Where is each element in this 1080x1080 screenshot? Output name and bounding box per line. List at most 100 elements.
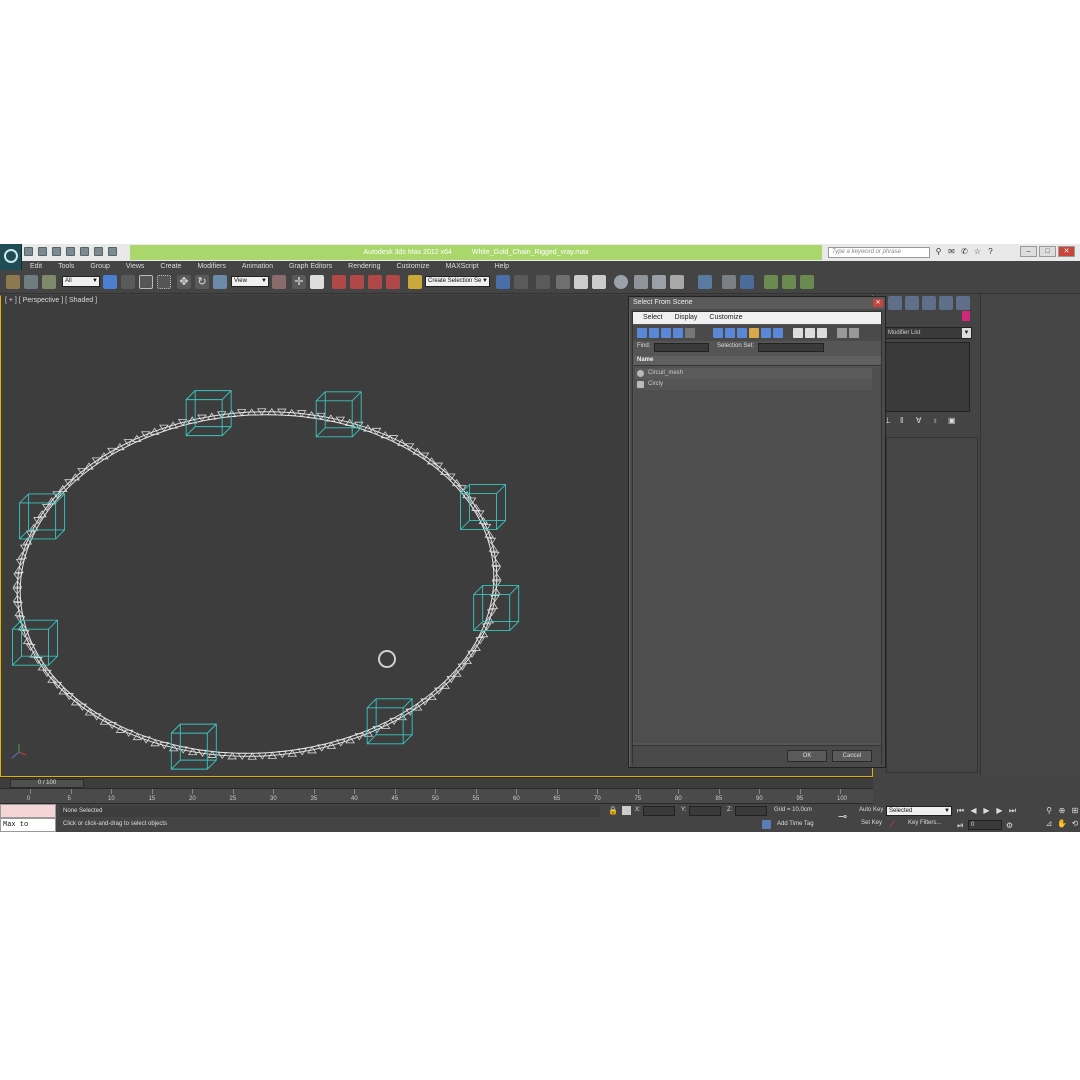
select-invert-icon[interactable] [817,328,827,338]
key-filters-button[interactable]: Key Filters... [908,820,941,826]
menu-group[interactable]: Group [82,261,117,272]
dropdown-arrow-icon[interactable] [108,247,117,256]
rectangular-selection-icon[interactable] [139,275,153,289]
named-selection-sets-dropdown[interactable]: Create Selection Se ▼ [425,276,490,287]
selection-filter-dropdown[interactable]: All ▼ [62,276,100,287]
app-logo-button[interactable] [0,244,22,270]
modify-tab-icon[interactable] [888,296,902,310]
go-to-start-icon[interactable]: ⏮ [956,806,965,815]
menu-help[interactable]: Help [487,261,517,272]
open-file-icon[interactable] [38,247,47,256]
display-helpers-icon[interactable] [685,328,695,338]
help-icon[interactable]: ? [986,247,995,256]
menu-modifiers[interactable]: Modifiers [189,261,233,272]
list-item[interactable]: Circuit_mesh [635,368,872,379]
display-containers-icon[interactable] [761,328,771,338]
unlink-icon[interactable] [24,275,38,289]
display-lights-icon[interactable] [661,328,671,338]
time-slider-thumb[interactable]: 0 / 100 [10,779,84,788]
add-time-tag[interactable]: Add Time Tag [777,821,814,827]
zoom-extents-icon[interactable]: ⊞ [1070,806,1080,816]
keyboard-shortcut-override-icon[interactable] [310,275,324,289]
next-frame-icon[interactable]: ▶ [995,806,1004,815]
z-coordinate-input[interactable] [735,806,767,816]
material-editor-icon[interactable] [614,275,628,289]
snaps-toggle-icon[interactable] [332,275,346,289]
select-object-icon[interactable] [103,275,117,289]
menu-rendering[interactable]: Rendering [340,261,388,272]
physique-icon[interactable] [800,275,814,289]
absolute-mode-icon[interactable] [622,806,631,815]
maxscript-listener-input[interactable] [0,804,56,818]
new-file-icon[interactable] [24,247,33,256]
play-icon[interactable]: ▶ [982,806,991,815]
save-file-icon[interactable] [52,247,61,256]
utilities-tab-icon[interactable] [956,296,970,310]
menu-animation[interactable]: Animation [234,261,281,272]
current-frame-input[interactable]: 0 [968,820,1002,830]
track-bar[interactable]: 0 5 10 15 20 25 30 35 40 45 50 55 60 65 70 75 80 85 90 95 10… [0,788,873,804]
menu-customize[interactable]: Customize [388,261,437,272]
motion-tab-icon[interactable] [922,296,936,310]
rendered-frame-window-icon[interactable] [652,275,666,289]
display-frozen-icon[interactable] [773,328,783,338]
select-by-name-icon[interactable] [121,275,135,289]
y-coordinate-input[interactable] [689,806,721,816]
previous-frame-icon[interactable]: ◀ [969,806,978,815]
angle-snap-icon[interactable] [350,275,364,289]
menu-tools[interactable]: Tools [50,261,82,272]
manipulate-icon[interactable]: ✛ [292,275,306,289]
biped-icon[interactable] [764,275,778,289]
display-spacewarps-icon[interactable] [713,328,723,338]
spinner-snap-icon[interactable] [386,275,400,289]
help-search-input[interactable]: Type a keyword or phrase [828,247,930,258]
set-keys-icon[interactable]: ⊸ [838,810,847,823]
filter-icon[interactable] [837,328,847,338]
make-unique-icon[interactable]: ∀ [916,417,924,425]
pan-icon[interactable]: ✋ [1057,819,1067,829]
align-icon[interactable] [514,275,528,289]
display-xrefs-icon[interactable] [737,328,747,338]
select-all-icon[interactable] [793,328,803,338]
cloth-icon[interactable] [722,275,736,289]
render-setup-icon[interactable] [634,275,648,289]
selection-set-dropdown[interactable] [758,343,824,352]
dialog-close-icon[interactable]: ✕ [873,299,883,307]
redo-icon[interactable] [80,247,89,256]
list-item[interactable]: Circly [635,379,872,390]
modifier-stack[interactable] [884,342,970,412]
mirror-icon[interactable] [496,275,510,289]
remove-modifier-icon[interactable]: ♁ [932,417,940,425]
ok-button[interactable]: OK [787,750,827,762]
lock-selection-icon[interactable]: 🔒 [608,806,618,815]
time-tag-icon[interactable] [762,820,771,829]
set-key-button[interactable]: Set Key [861,820,882,826]
menu-graph-editors[interactable]: Graph Editors [281,261,340,272]
scale-icon[interactable] [213,275,227,289]
dialog-menu-customize[interactable]: Customize [703,312,748,324]
auto-key-button[interactable]: Auto Key [859,807,883,813]
graphite-ribbon-icon[interactable] [556,275,570,289]
dialog-menu-select[interactable]: Select [637,312,668,324]
orbit-icon[interactable]: ⟲ [1070,819,1080,829]
field-of-view-icon[interactable]: ⊿ [1044,819,1054,829]
project-folder-icon[interactable] [94,247,103,256]
menu-maxscript[interactable]: MAXScript [438,261,487,272]
link-icon[interactable] [6,275,20,289]
object-color-swatch[interactable] [962,311,970,321]
favorites-star-icon[interactable]: ☆ [973,247,982,256]
close-window-button[interactable]: ✕ [1058,246,1075,257]
display-groups-icon[interactable] [725,328,735,338]
key-mode-dropdown[interactable]: Selected ▼ [886,806,952,816]
edit-named-selection-icon[interactable] [408,275,422,289]
rotate-icon[interactable]: ↻ [195,275,209,289]
bind-space-warp-icon[interactable] [42,275,56,289]
menu-create[interactable]: Create [152,261,189,272]
render-teapot-icon[interactable] [670,275,684,289]
select-none-icon[interactable] [805,328,815,338]
display-shapes-icon[interactable] [649,328,659,338]
show-end-result-icon[interactable]: ‖ [900,417,908,425]
key-mode-toggle-icon[interactable]: ⏯ [956,821,965,830]
time-configuration-icon[interactable]: ⚙ [1005,821,1014,830]
maximize-button[interactable]: □ [1039,246,1056,257]
